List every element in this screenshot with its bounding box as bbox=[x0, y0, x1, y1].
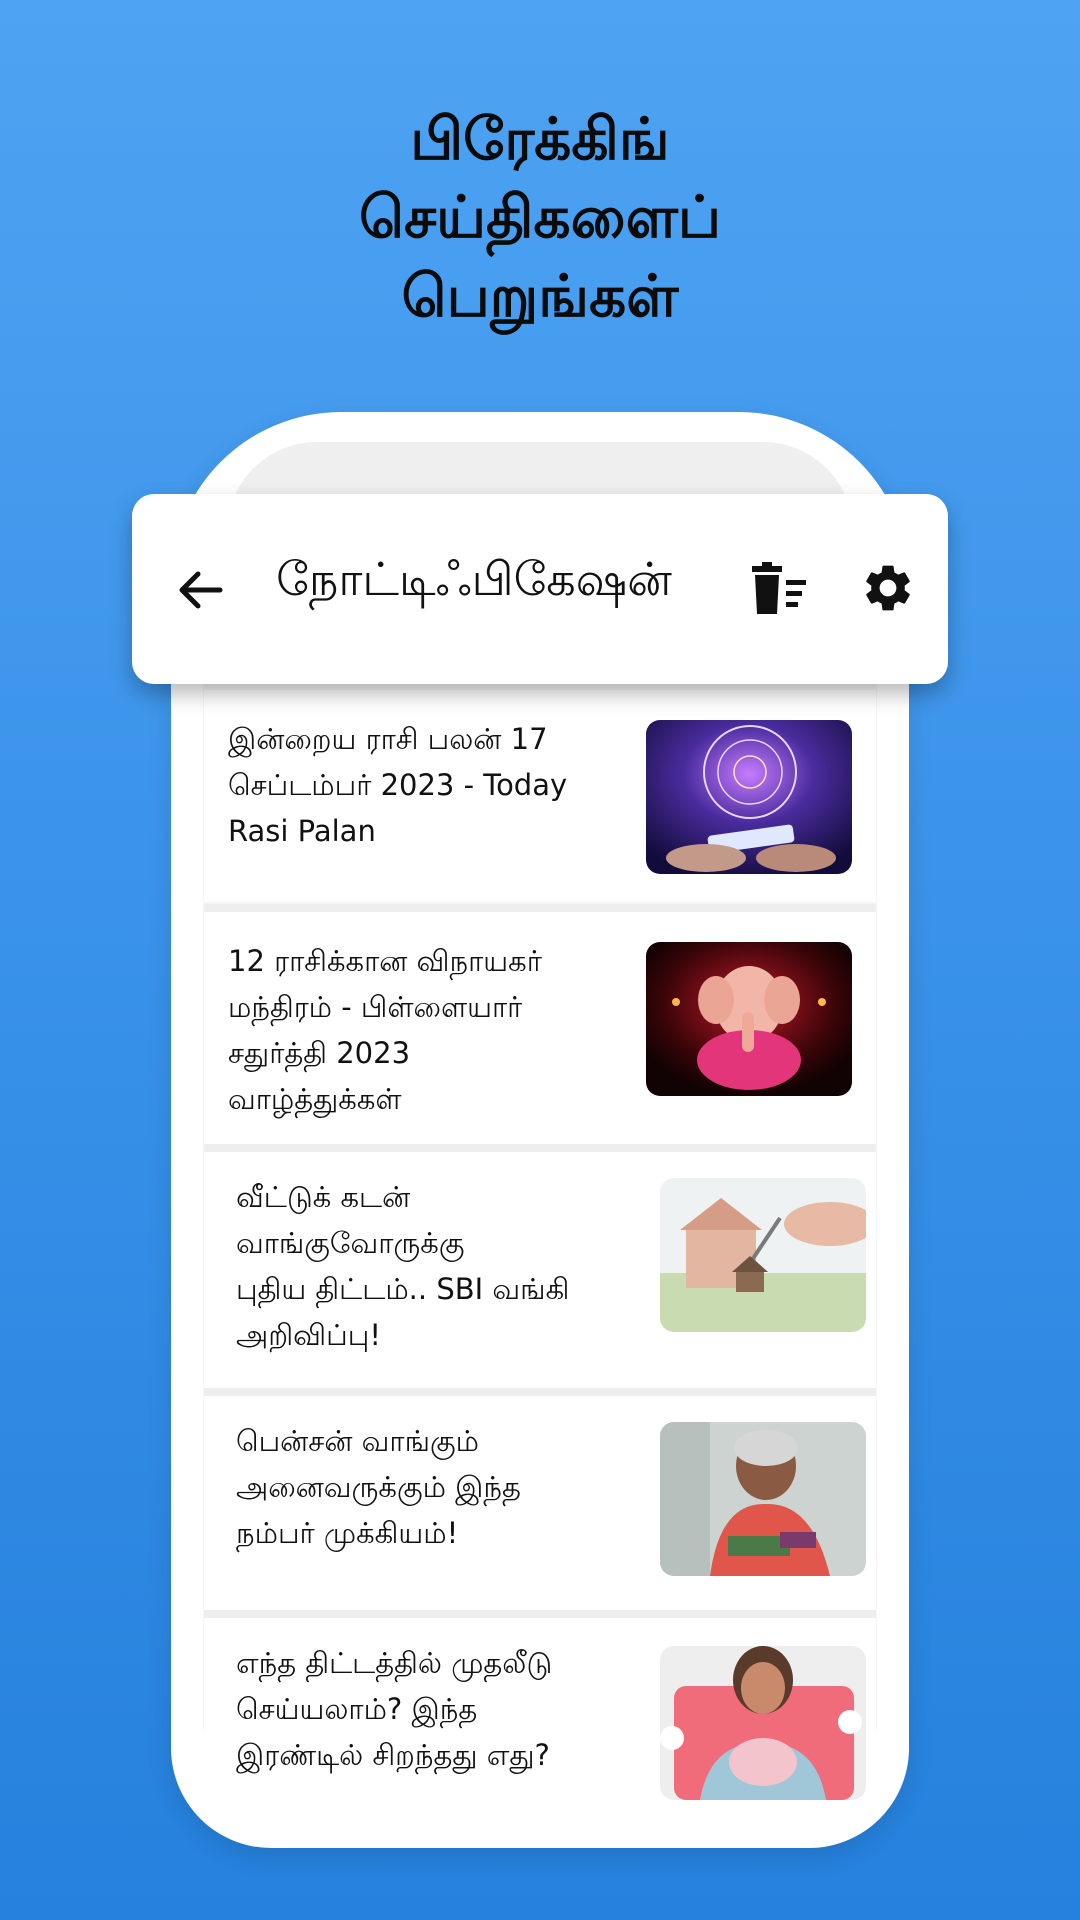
divider bbox=[204, 1144, 876, 1152]
delete-sweep-icon[interactable] bbox=[750, 562, 810, 618]
headline-line-1: பிரேக்கிங் bbox=[410, 105, 670, 173]
elderly-woman-money-image bbox=[660, 1422, 866, 1576]
list-item[interactable]: இன்றைய ராசி பலன் 17 செப்டம்பர் 2023 - To… bbox=[204, 690, 876, 902]
divider bbox=[204, 1610, 876, 1618]
list-item[interactable]: 12 ராசிக்கான விநாயகர் மந்திரம் - பிள்ளைய… bbox=[204, 912, 876, 1144]
zodiac-phone-image bbox=[646, 720, 852, 874]
divider bbox=[204, 904, 876, 912]
woman-piggy-bank-image bbox=[660, 1646, 866, 1800]
list-item[interactable]: பென்சன் வாங்கும் அனைவருக்கும் இந்த நம்பர… bbox=[204, 1396, 876, 1610]
house-key-image bbox=[660, 1178, 866, 1332]
page-title: நோட்டிஃபிகேஷன் bbox=[276, 552, 672, 606]
gear-icon[interactable] bbox=[860, 560, 916, 616]
news-title: பென்சன் வாங்கும் அனைவருக்கும் இந்த நம்பர… bbox=[236, 1424, 521, 1550]
headline-line-2: செய்திகளைப் bbox=[359, 183, 721, 252]
arrow-left-icon[interactable] bbox=[172, 562, 228, 618]
notification-app-bar: நோட்டிஃபிகேஷன் bbox=[132, 494, 948, 684]
news-title: இன்றைய ராசி பலன் 17 செப்டம்பர் 2023 - To… bbox=[228, 722, 568, 848]
news-title: 12 ராசிக்கான விநாயகர் மந்திரம் - பிள்ளைய… bbox=[228, 944, 542, 1116]
list-item[interactable]: வீட்டுக் கடன் வாங்குவோருக்கு புதிய திட்ட… bbox=[204, 1152, 876, 1388]
list-item[interactable]: எந்த திட்டத்தில் முதலீடு செய்யலாம்? இந்த… bbox=[204, 1618, 876, 1814]
ganesha-idol-image bbox=[646, 942, 852, 1096]
news-title: எந்த திட்டத்தில் முதலீடு செய்யலாம்? இந்த… bbox=[236, 1646, 553, 1772]
news-title: வீட்டுக் கடன் வாங்குவோருக்கு புதிய திட்ட… bbox=[236, 1180, 570, 1352]
headline-line-3: பெறுங்கள் bbox=[401, 261, 679, 330]
divider bbox=[204, 1388, 876, 1396]
promo-headline: பிரேக்கிங் செய்திகளைப் பெறுங்கள் bbox=[0, 100, 1080, 335]
